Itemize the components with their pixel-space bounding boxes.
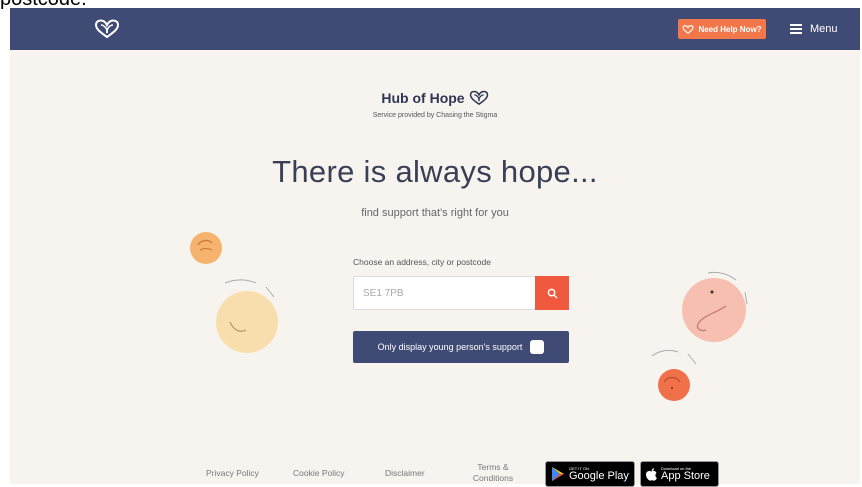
- google-play-badge[interactable]: GET IT ON Google Play: [545, 461, 635, 487]
- privacy-policy-link[interactable]: Privacy Policy: [206, 468, 259, 478]
- hero-tagline: find support that's right for you: [361, 207, 509, 219]
- google-play-big-text: Google Play: [569, 470, 629, 482]
- top-navbar: Need Help Now? Menu: [10, 8, 860, 50]
- main-content: Hub of Hope Service provided by Chasing …: [10, 50, 860, 487]
- location-search-input[interactable]: [353, 276, 535, 310]
- heart-logo-icon: [469, 90, 488, 106]
- hamburger-icon: [790, 24, 802, 34]
- heart-icon: [682, 24, 694, 34]
- search-button[interactable]: [535, 276, 569, 310]
- young-person-checkbox[interactable]: [530, 340, 545, 354]
- app-store-badge[interactable]: Download on the App Store: [640, 461, 719, 487]
- brand-title-row: Hub of Hope: [381, 90, 488, 106]
- orange-face-decoration: [190, 232, 222, 264]
- menu-button[interactable]: Menu: [790, 18, 838, 40]
- google-play-text: GET IT ON Google Play: [569, 466, 629, 482]
- brand-block: Hub of Hope Service provided by Chasing …: [10, 90, 860, 119]
- hero-heading: There is always hope...: [272, 154, 598, 189]
- apple-icon: [646, 467, 657, 481]
- terms-link[interactable]: Terms & Conditions: [466, 462, 520, 484]
- need-help-button[interactable]: Need Help Now?: [678, 19, 766, 39]
- young-person-label: Only display young person's support: [377, 342, 523, 352]
- search-icon: [547, 288, 558, 299]
- cookie-policy-link[interactable]: Cookie Policy: [293, 468, 345, 478]
- heart-logo-icon[interactable]: [94, 19, 120, 39]
- red-face-decoration: [651, 349, 697, 401]
- app-store-text: Download on the App Store: [661, 466, 710, 482]
- brand-subtitle: Service provided by Chasing the Stigma: [372, 112, 498, 119]
- disclaimer-link[interactable]: Disclaimer: [385, 468, 425, 478]
- app-store-big-text: App Store: [661, 470, 710, 482]
- pink-face-decoration: [682, 271, 748, 342]
- young-person-toggle[interactable]: Only display young person's support: [353, 331, 569, 363]
- need-help-label: Need Help Now?: [698, 24, 762, 34]
- menu-label: Menu: [810, 23, 838, 35]
- google-play-icon: [552, 467, 564, 481]
- brand-title: Hub of Hope: [381, 90, 465, 106]
- yellow-face-decoration: [216, 279, 278, 353]
- search-label: Choose an address, city or postcode: [353, 257, 491, 267]
